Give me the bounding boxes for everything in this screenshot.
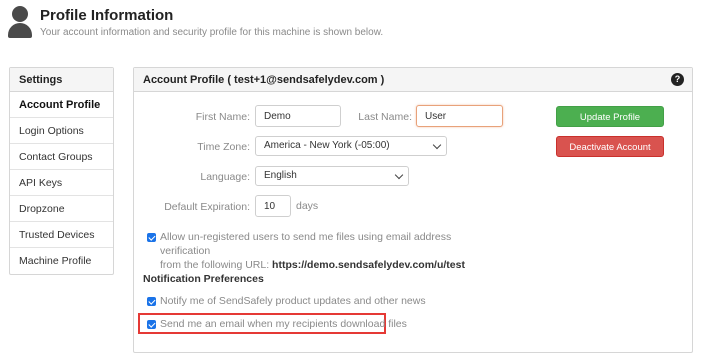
language-label: Language:: [200, 171, 250, 183]
first-name-label: First Name:: [195, 111, 250, 123]
sidebar-item-dropzone[interactable]: Dropzone: [10, 196, 113, 222]
last-name-input[interactable]: [416, 105, 503, 127]
chevron-down-icon: [432, 140, 442, 150]
notification-preferences-title: Notification Preferences: [143, 273, 264, 285]
language-select[interactable]: English: [255, 166, 409, 186]
deactivate-account-button[interactable]: Deactivate Account: [556, 136, 664, 157]
sidebar-item-contact-groups[interactable]: Contact Groups: [10, 144, 113, 170]
page-header: Profile Information Your account informa…: [8, 6, 698, 42]
time-zone-label: Time Zone:: [197, 141, 250, 153]
page-title: Profile Information: [40, 7, 174, 24]
time-zone-value: America - New York (-05:00): [264, 140, 390, 151]
allow-unregistered-line2: from the following URL: https://demo.sen…: [160, 258, 500, 272]
allow-unregistered-text: Allow un-registered users to send me fil…: [160, 230, 500, 272]
sidebar-item-api-keys[interactable]: API Keys: [10, 170, 113, 196]
sidebar-item-machine-profile[interactable]: Machine Profile: [10, 248, 113, 274]
language-value: English: [264, 170, 297, 181]
panel-heading: Account Profile ( test+1@sendsafelydev.c…: [134, 68, 692, 92]
sidebar-item-account-profile[interactable]: Account Profile: [10, 92, 113, 118]
settings-sidebar: Settings Account Profile Login Options C…: [9, 67, 114, 275]
sidebar-item-trusted-devices[interactable]: Trusted Devices: [10, 222, 113, 248]
update-profile-button[interactable]: Update Profile: [556, 106, 664, 127]
allow-unregistered-checkbox[interactable]: [147, 233, 156, 242]
sidebar-item-login-options[interactable]: Login Options: [10, 118, 113, 144]
page-subtitle: Your account information and security pr…: [40, 27, 384, 38]
default-expiration-label: Default Expiration:: [164, 201, 250, 213]
time-zone-select[interactable]: America - New York (-05:00): [255, 136, 447, 156]
default-expiration-input[interactable]: [255, 195, 291, 217]
user-icon: [8, 6, 32, 40]
download-email-checkbox[interactable]: [147, 320, 156, 329]
last-name-label: Last Name:: [358, 111, 412, 123]
allow-unregistered-prefix: from the following URL:: [160, 259, 273, 271]
panel-heading-text: Account Profile ( test+1@sendsafelydev.c…: [143, 74, 385, 86]
allow-unregistered-line1: Allow un-registered users to send me fil…: [160, 231, 452, 257]
sidebar-heading: Settings: [10, 68, 113, 92]
product-updates-checkbox[interactable]: [147, 297, 156, 306]
help-icon[interactable]: ?: [671, 73, 684, 86]
expiration-suffix: days: [296, 200, 319, 212]
dropzone-url: https://demo.sendsafelydev.com/u/test: [272, 259, 465, 271]
product-updates-text: Notify me of SendSafely product updates …: [160, 295, 426, 307]
chevron-down-icon: [394, 170, 404, 180]
first-name-input[interactable]: [255, 105, 341, 127]
download-email-text: Send me an email when my recipients down…: [160, 318, 407, 330]
